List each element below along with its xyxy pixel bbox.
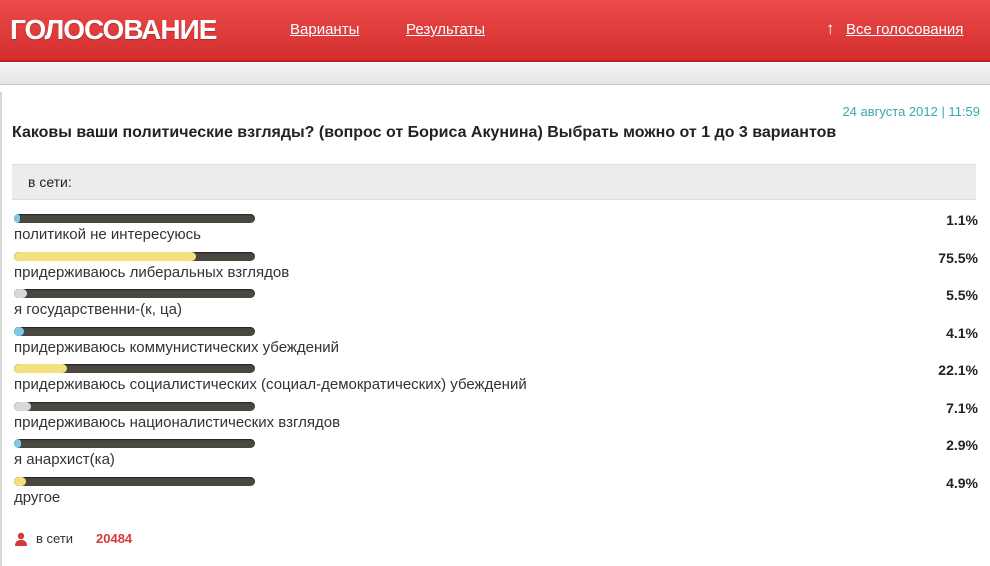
progress-fill	[14, 251, 196, 261]
progress-track	[14, 364, 255, 373]
progress-track	[14, 326, 255, 336]
progress-fill	[14, 476, 26, 486]
progress-fill	[14, 326, 24, 336]
poll-content: 24 августа 2012 | 11:59 Каковы ваши поли…	[0, 92, 990, 566]
poll-option: придерживаюсь националистических взглядо…	[14, 400, 978, 438]
up-arrow-icon: ↑	[826, 19, 835, 38]
option-label: другое	[14, 488, 61, 506]
option-percent: 2.9%	[946, 437, 978, 453]
progress-track	[14, 289, 255, 298]
header-bar: ГОЛОСОВАНИЕ Варианты Результаты ↑ Все го…	[0, 0, 990, 62]
progress-track	[14, 476, 255, 486]
poll-option: я анархист(ка) 2.9%	[14, 437, 978, 475]
progress-track	[14, 401, 255, 411]
group-header: в сети:	[12, 164, 976, 200]
poll-option: политикой не интересуюсь 1.1%	[14, 212, 978, 250]
progress-track	[14, 251, 255, 261]
poll-question: Каковы ваши политические взгляды? (вопро…	[12, 124, 837, 141]
progress-track	[14, 439, 255, 448]
option-percent: 22.1%	[938, 362, 978, 378]
header-subbar	[0, 62, 990, 85]
progress-fill	[14, 439, 21, 448]
option-label: я государственни-(к, ца)	[14, 301, 182, 318]
poll-option: я государственни-(к, ца) 5.5%	[14, 287, 978, 325]
poll-timestamp: 24 августа 2012 | 11:59	[842, 104, 980, 119]
nav-variants-link[interactable]: Варианты	[290, 21, 359, 38]
online-count: 20484	[96, 531, 133, 546]
option-percent: 75.5%	[938, 249, 978, 266]
poll-option: придерживаюсь социалистических (социал-д…	[14, 362, 978, 400]
user-icon	[15, 532, 27, 546]
option-label: я анархист(ка)	[14, 451, 115, 468]
progress-fill	[14, 289, 28, 298]
progress-track	[14, 214, 255, 223]
poll-option: придерживаюсь коммунистических убеждений…	[14, 325, 978, 363]
option-percent: 4.9%	[946, 474, 978, 491]
poll-options: политикой не интересуюсь 1.1% придерживаюс…	[14, 212, 978, 512]
progress-fill	[14, 401, 32, 411]
online-label: в сети	[36, 531, 74, 546]
option-percent: 5.5%	[946, 287, 978, 303]
option-label: придерживаюсь социалистических (социал-д…	[14, 376, 527, 393]
option-label: придерживаюсь коммунистических убеждений	[14, 338, 340, 356]
poll-option: придерживаюсь либеральных взглядов 75.5%	[14, 250, 978, 288]
option-label: политикой не интересуюсь	[14, 226, 201, 243]
poll-option: другое 4.9%	[14, 475, 978, 513]
option-percent: 7.1%	[946, 399, 978, 416]
site-logo[interactable]: ГОЛОСОВАНИЕ	[10, 14, 217, 46]
option-label: придерживаюсь либеральных взглядов	[14, 263, 290, 281]
option-percent: 4.1%	[946, 324, 978, 341]
progress-fill	[14, 214, 20, 223]
group-label: в сети:	[28, 174, 72, 190]
nav-all-polls-link[interactable]: Все голосования	[846, 21, 963, 38]
progress-fill	[14, 364, 68, 373]
nav-results-link[interactable]: Результаты	[406, 21, 485, 38]
option-label: придерживаюсь националистических взглядо…	[14, 413, 341, 431]
option-percent: 1.1%	[946, 212, 978, 228]
